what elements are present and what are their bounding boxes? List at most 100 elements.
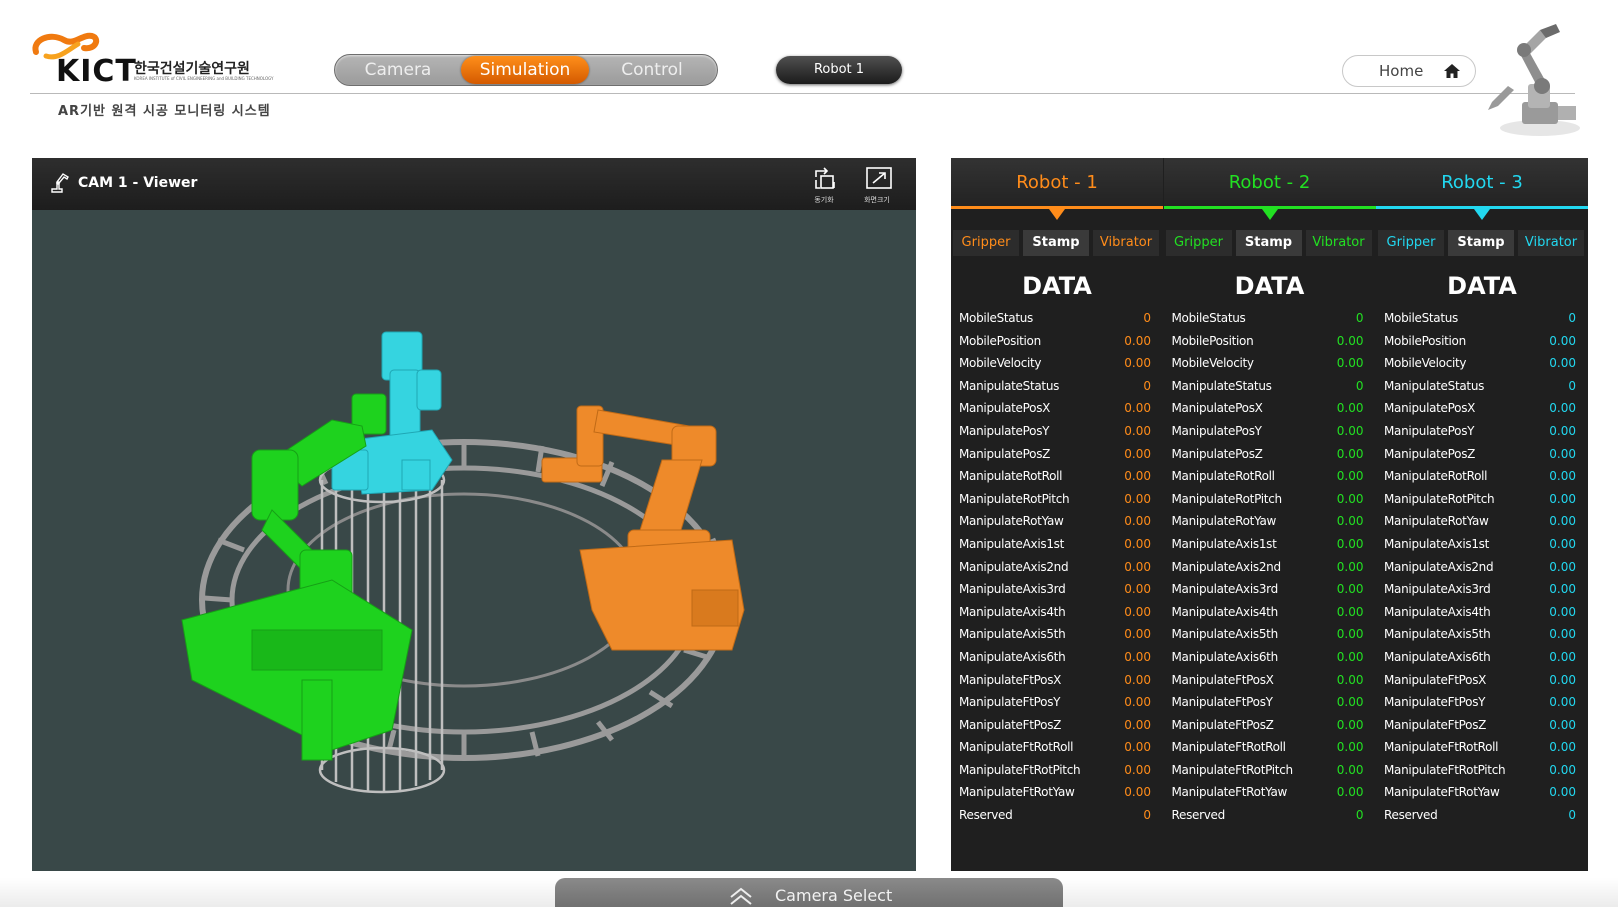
data-list: MobileStatus 0 MobilePosition 0.00 MobileVel… [1384, 308, 1584, 828]
data-key: ManipulateRotRoll [1171, 469, 1276, 484]
data-row: ManipulateRotPitch 0.00 [1172, 489, 1372, 512]
data-key: ManipulateFtPosX [1171, 672, 1274, 687]
data-row: ManipulateFtRotPitch 0.00 [959, 760, 1159, 783]
data-row: ManipulateAxis5th 0.00 [1172, 624, 1372, 647]
data-value: 0.00 [1124, 514, 1151, 529]
data-value: 0.00 [1124, 582, 1151, 597]
camera-viewer: CAM 1 - Viewer 동기화 화면크기 [32, 158, 916, 871]
tool-button-gripper[interactable]: Gripper [953, 230, 1019, 256]
tool-button-stamp[interactable]: Stamp [1235, 230, 1302, 256]
viewer-toolbar: CAM 1 - Viewer 동기화 화면크기 [32, 158, 916, 210]
data-key: ManipulateStatus [959, 378, 1060, 393]
data-key: ManipulatePosZ [959, 446, 1051, 461]
data-row: ManipulateAxis2nd 0.00 [1384, 557, 1584, 580]
data-row: ManipulateFtRotRoll 0.00 [1172, 737, 1372, 760]
robot-column-2: Robot - 2 Gripper Stamp Vibrator DATA MobileS… [1163, 158, 1376, 871]
data-value: 0.00 [1549, 514, 1576, 529]
tool-button-vibrator[interactable]: Vibrator [1093, 230, 1159, 256]
data-row: ManipulatePosY 0.00 [959, 421, 1159, 444]
data-value: 0 [1568, 378, 1576, 393]
tool-button-gripper[interactable]: Gripper [1378, 230, 1444, 256]
data-value: 0.00 [1549, 649, 1576, 664]
data-row: ManipulatePosZ 0.00 [1172, 444, 1372, 467]
tool-button-stamp[interactable]: Stamp [1023, 230, 1089, 256]
data-value: 0 [1355, 311, 1364, 325]
data-key: ManipulatePosY [1384, 423, 1475, 438]
data-key: ManipulateFtPosY [1171, 695, 1273, 710]
tool-button-vibrator[interactable]: Vibrator [1305, 230, 1372, 256]
data-value: 0.00 [1549, 469, 1576, 484]
data-row: MobileStatus 0 [959, 308, 1159, 331]
data-key: ManipulateAxis1st [1384, 536, 1490, 551]
data-key: ManipulatePosY [959, 423, 1050, 438]
robot-select-button[interactable]: Robot 1 [776, 56, 902, 84]
data-row: ManipulateFtPosZ 0.00 [1172, 715, 1372, 738]
data-key: ManipulateRotPitch [1384, 491, 1495, 506]
data-key: Reserved [1171, 808, 1226, 823]
data-value: 0.00 [1124, 695, 1151, 710]
data-key: ManipulateRotPitch [959, 491, 1070, 506]
data-key: ManipulateFtRotYaw [959, 785, 1075, 800]
data-title: DATA [1447, 272, 1517, 300]
simulation-scene[interactable] [32, 210, 916, 871]
data-key: ManipulateAxis4th [959, 604, 1066, 619]
logo-korean: 한국건설기술연구원 [134, 61, 250, 77]
fullscreen-button[interactable]: 화면크기 [857, 166, 897, 206]
data-row: ManipulateFtRotYaw 0.00 [1384, 782, 1584, 805]
data-value: 0.00 [1336, 740, 1364, 755]
data-key: ManipulateAxis6th [1171, 649, 1279, 664]
data-value: 0.00 [1549, 604, 1576, 619]
data-key: ManipulateAxis5th [1384, 627, 1491, 642]
logo-text: KICT [56, 54, 137, 89]
data-value: 0 [1355, 378, 1364, 393]
data-row: ManipulateFtRotRoll 0.00 [1384, 737, 1584, 760]
home-button[interactable]: Home [1342, 55, 1476, 87]
tool-button-gripper[interactable]: Gripper [1165, 230, 1232, 256]
data-row: MobileVelocity 0.00 [1172, 353, 1372, 376]
data-row: ManipulateFtRotRoll 0.00 [959, 737, 1159, 760]
data-value: 0.00 [1124, 740, 1151, 755]
data-value: 0.00 [1549, 695, 1576, 710]
data-key: MobileVelocity [1171, 356, 1255, 371]
mode-tab-simulation[interactable]: Simulation [461, 56, 589, 84]
robot-arm-icon [51, 173, 69, 193]
data-row: ManipulateAxis4th 0.00 [1384, 602, 1584, 625]
camera-select-button[interactable]: Camera Select [555, 878, 1063, 907]
data-value: 0.00 [1336, 695, 1364, 710]
robot-tab-1[interactable]: Robot - 1 [951, 158, 1163, 208]
data-row: ManipulateAxis1st 0.00 [959, 534, 1159, 557]
data-value: 0.00 [1124, 333, 1151, 348]
data-row: ManipulateStatus 0 [959, 376, 1159, 399]
data-row: ManipulateAxis5th 0.00 [959, 624, 1159, 647]
sync-button[interactable]: 동기화 [804, 166, 844, 206]
data-value: 0.00 [1336, 604, 1364, 619]
robot-tab-2[interactable]: Robot - 2 [1163, 158, 1376, 208]
robot-tab-3[interactable]: Robot - 3 [1376, 158, 1588, 208]
data-key: MobileStatus [1384, 311, 1459, 325]
data-key: ManipulateRotYaw [1171, 514, 1277, 529]
data-value: 0.00 [1549, 627, 1576, 642]
mode-tab-control[interactable]: Control [589, 56, 715, 84]
tool-button-stamp[interactable]: Stamp [1448, 230, 1514, 256]
data-row: ManipulateRotRoll 0.00 [959, 466, 1159, 489]
data-value: 0.00 [1336, 491, 1364, 506]
data-value: 0.00 [1124, 401, 1151, 416]
camera-select-label: Camera Select [775, 886, 893, 905]
mode-tab-camera[interactable]: Camera [335, 56, 461, 84]
data-value: 0.00 [1549, 536, 1576, 551]
data-value: 0.00 [1336, 356, 1364, 371]
data-key: MobilePosition [959, 333, 1041, 348]
data-row: ManipulateRotPitch 0.00 [1384, 489, 1584, 512]
data-key: ManipulateFtRotYaw [1171, 785, 1288, 800]
data-value: 0.00 [1549, 785, 1576, 800]
data-row: ManipulatePosY 0.00 [1384, 421, 1584, 444]
data-row: ManipulateFtRotYaw 0.00 [1172, 782, 1372, 805]
data-key: ManipulateAxis2nd [959, 559, 1069, 574]
data-row: ManipulateAxis5th 0.00 [1384, 624, 1584, 647]
tool-button-vibrator[interactable]: Vibrator [1518, 230, 1584, 256]
tool-selector: Gripper Stamp Vibrator [1378, 230, 1588, 256]
data-key: MobilePosition [1384, 333, 1466, 348]
tool-selector: Gripper Stamp Vibrator [953, 230, 1163, 256]
data-row: ManipulatePosX 0.00 [1172, 398, 1372, 421]
data-key: ManipulateFtPosZ [959, 717, 1062, 732]
